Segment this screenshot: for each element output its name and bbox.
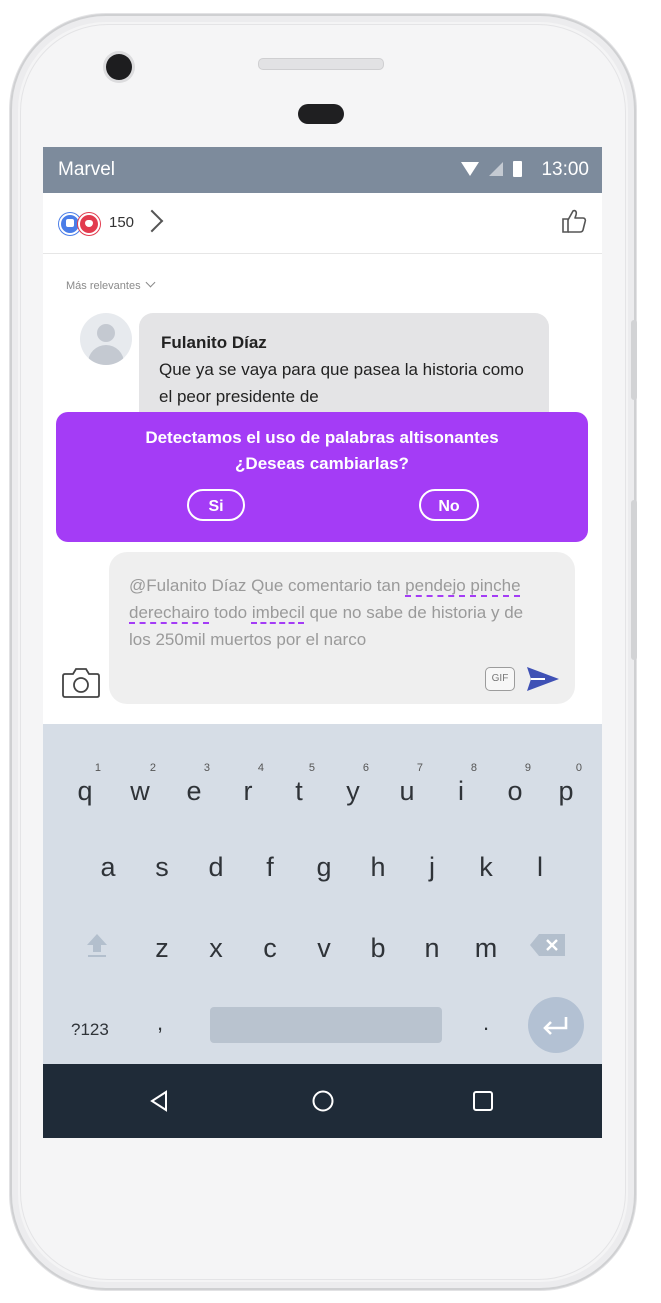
key-d[interactable]: d (196, 852, 236, 883)
status-icons (461, 161, 522, 177)
flagged-word: pendejo (405, 576, 466, 595)
signal-icon (489, 162, 503, 176)
key-number: 3 (203, 762, 210, 774)
key-number: 5 (308, 762, 315, 774)
key-g[interactable]: g (304, 852, 344, 883)
comment-author[interactable]: Fulanito Díaz (161, 333, 267, 353)
front-camera (106, 54, 132, 80)
chevron-down-icon (145, 277, 156, 288)
backspace-icon[interactable] (529, 933, 567, 957)
no-button[interactable]: No (419, 489, 479, 521)
avatar-head (97, 324, 115, 342)
avatar-body (88, 345, 124, 365)
key-l[interactable]: l (520, 852, 560, 883)
key-m[interactable]: m (466, 933, 506, 964)
key-number: 9 (524, 762, 531, 774)
shift-icon[interactable] (85, 932, 109, 958)
key-number: 8 (470, 762, 477, 774)
home-icon[interactable] (311, 1089, 335, 1113)
key-v[interactable]: v (304, 933, 344, 964)
key-t[interactable]: 5t (279, 762, 319, 807)
comment-text: Que ya se vaya para que pasea la histori… (159, 360, 524, 406)
key-c[interactable]: c (250, 933, 290, 964)
battery-icon (513, 161, 522, 177)
reaction-count: 150 (109, 214, 135, 231)
earpiece (298, 104, 344, 124)
key-label: p (558, 776, 574, 806)
camera-icon[interactable] (61, 665, 101, 699)
recent-apps-icon[interactable] (471, 1089, 495, 1113)
key-number: 6 (362, 762, 369, 774)
input-text-segment: todo (209, 603, 252, 622)
key-number: 1 (94, 762, 101, 774)
back-icon[interactable] (147, 1089, 171, 1113)
key-i[interactable]: 8i (441, 762, 481, 807)
love-reaction-icon (78, 213, 100, 235)
volume-button (631, 320, 637, 400)
key-label: u (399, 776, 415, 806)
key-label: o (507, 776, 523, 806)
key-period[interactable]: . (483, 1010, 489, 1036)
key-z[interactable]: z (142, 933, 182, 964)
key-r[interactable]: 4r (228, 762, 268, 807)
sort-label: Más relevantes (66, 280, 141, 292)
key-label: w (130, 776, 150, 806)
flagged-word: imbecil (251, 603, 305, 622)
avatar[interactable] (80, 313, 132, 365)
wifi-icon (461, 162, 479, 176)
alert-question: ¿Deseas cambiarlas? (235, 454, 409, 473)
android-nav-bar (43, 1064, 602, 1138)
comment-input-text[interactable]: @Fulanito Díaz Que comentario tan pendej… (129, 572, 549, 653)
key-s[interactable]: s (142, 852, 182, 883)
gif-button[interactable]: GIF (485, 667, 515, 691)
key-label: i (458, 776, 464, 806)
key-p[interactable]: 0p (546, 762, 586, 807)
key-number: 2 (149, 762, 156, 774)
speaker-grille (258, 58, 384, 70)
key-o[interactable]: 9o (495, 762, 535, 807)
chevron-right-icon[interactable] (140, 209, 164, 233)
key-w[interactable]: 2w (120, 762, 160, 807)
key-number: 0 (575, 762, 582, 774)
yes-button[interactable]: Si (187, 489, 245, 521)
key-label: e (186, 776, 202, 806)
key-label: q (77, 776, 93, 806)
carrier-label: Marvel (58, 159, 116, 180)
input-text-segment: @Fulanito Díaz Que comentario tan (129, 576, 406, 595)
enter-icon (543, 1017, 568, 1035)
keyboard: 1q 2w 3e 4r 5t 6y 7u 8i 9o 0p a s d f g … (43, 724, 602, 1064)
key-q[interactable]: 1q (65, 762, 105, 807)
key-f[interactable]: f (250, 852, 290, 883)
key-j[interactable]: j (412, 852, 452, 883)
phone-screen: Marvel 13:00 150 Más relevantes Fulanito… (43, 147, 602, 1138)
enter-key[interactable] (528, 997, 584, 1053)
key-k[interactable]: k (466, 852, 506, 883)
key-a[interactable]: a (88, 852, 128, 883)
reactions-bar[interactable]: 150 (43, 193, 602, 254)
alert-message: Detectamos el uso de palabras altisonant… (145, 428, 499, 447)
key-number: 7 (416, 762, 423, 774)
profanity-alert: Detectamos el uso de palabras altisonant… (56, 412, 588, 542)
key-u[interactable]: 7u (387, 762, 427, 807)
key-label: r (243, 776, 253, 806)
key-comma[interactable]: , (157, 1010, 163, 1036)
key-label: y (346, 776, 360, 806)
key-h[interactable]: h (358, 852, 398, 883)
status-bar: Marvel 13:00 (43, 147, 602, 193)
space-bar[interactable] (210, 1007, 442, 1043)
symbols-key[interactable]: ?123 (71, 1020, 109, 1040)
key-number: 4 (257, 762, 264, 774)
power-button (631, 500, 637, 660)
thumbs-up-icon[interactable] (560, 207, 588, 235)
send-icon[interactable] (525, 664, 561, 694)
key-y[interactable]: 6y (333, 762, 373, 807)
key-label: t (295, 776, 303, 806)
key-n[interactable]: n (412, 933, 452, 964)
comment-sort-dropdown[interactable]: Más relevantes (66, 277, 156, 292)
comment-input[interactable]: @Fulanito Díaz Que comentario tan pendej… (109, 552, 575, 704)
key-b[interactable]: b (358, 933, 398, 964)
key-e[interactable]: 3e (174, 762, 214, 807)
key-x[interactable]: x (196, 933, 236, 964)
clock: 13:00 (541, 159, 589, 180)
